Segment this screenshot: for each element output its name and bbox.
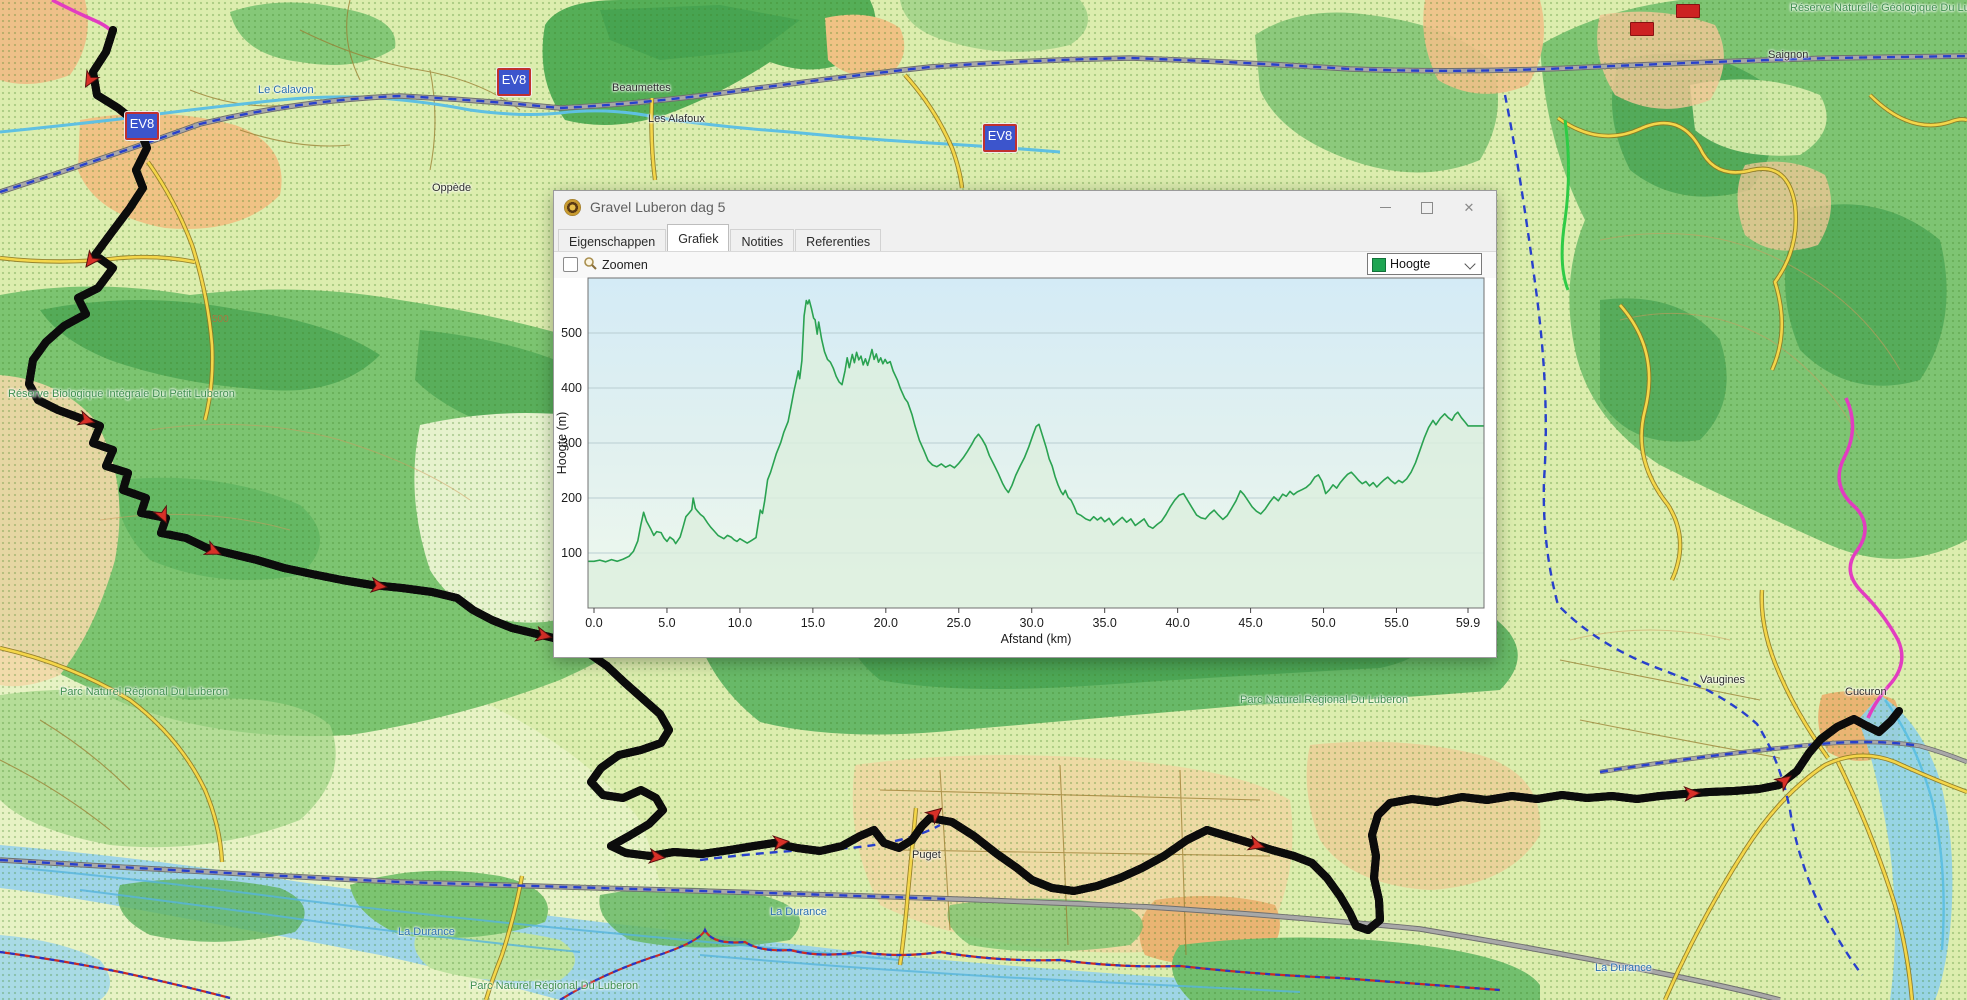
tab-eigenschappen[interactable]: Eigenschappen <box>558 229 666 253</box>
svg-text:50.0: 50.0 <box>1311 616 1335 630</box>
tab-notities[interactable]: Notities <box>730 229 794 253</box>
gr-trail <box>0 930 1500 1000</box>
series-selector[interactable]: Hoogte <box>1367 253 1482 275</box>
svg-text:5.0: 5.0 <box>658 616 675 630</box>
series-color-swatch <box>1372 258 1386 272</box>
green-trail <box>1562 120 1568 290</box>
svg-text:25.0: 25.0 <box>947 616 971 630</box>
close-button[interactable]: ✕ <box>1448 191 1490 224</box>
svg-text:40.0: 40.0 <box>1165 616 1189 630</box>
svg-text:Hoogte (m): Hoogte (m) <box>555 412 569 475</box>
ev8-route-badge: EV8 <box>125 112 159 140</box>
track-icon <box>564 199 581 216</box>
tab-referenties[interactable]: Referenties <box>795 229 881 253</box>
river-streaks <box>20 868 1300 992</box>
svg-text:35.0: 35.0 <box>1093 616 1117 630</box>
svg-text:59.9: 59.9 <box>1456 616 1480 630</box>
svg-text:55.0: 55.0 <box>1384 616 1408 630</box>
svg-text:20.0: 20.0 <box>874 616 898 630</box>
svg-text:400: 400 <box>561 381 582 395</box>
window-titlebar[interactable]: Gravel Luberon dag 5 ✕ <box>554 191 1496 224</box>
zoom-checkbox[interactable] <box>563 257 578 272</box>
elevation-chart[interactable]: 1002003004005000.05.010.015.020.025.030.… <box>554 276 1498 659</box>
svg-text:500: 500 <box>561 326 582 340</box>
minimize-button[interactable] <box>1364 191 1406 224</box>
svg-text:45.0: 45.0 <box>1238 616 1262 630</box>
dialog-content: Zoomen Hoogte 1002003004005000.05.010.01… <box>554 251 1496 657</box>
svg-text:200: 200 <box>561 491 582 505</box>
road-shield <box>1630 22 1654 36</box>
ev8-route-badge: EV8 <box>497 68 531 96</box>
svg-text:15.0: 15.0 <box>801 616 825 630</box>
svg-text:10.0: 10.0 <box>728 616 752 630</box>
chart-toolbar: Zoomen Hoogte <box>554 252 1496 278</box>
maximize-button[interactable] <box>1406 191 1448 224</box>
zoom-checkbox-label: Zoomen <box>602 258 648 272</box>
track-properties-window: Gravel Luberon dag 5 ✕ EigenschappenGraf… <box>553 190 1497 658</box>
chevron-down-icon <box>1464 258 1475 269</box>
ev8-route-badge: EV8 <box>983 124 1017 152</box>
road-shield <box>1676 4 1700 18</box>
svg-text:Afstand (km): Afstand (km) <box>1001 632 1072 646</box>
svg-text:0.0: 0.0 <box>585 616 602 630</box>
tab-bar: EigenschappenGrafiekNotitiesReferenties <box>558 224 1496 251</box>
tab-grafiek[interactable]: Grafiek <box>667 224 729 251</box>
series-selector-value: Hoogte <box>1390 257 1430 271</box>
magnifier-icon <box>583 256 598 276</box>
svg-text:30.0: 30.0 <box>1020 616 1044 630</box>
svg-text:100: 100 <box>561 546 582 560</box>
window-title: Gravel Luberon dag 5 <box>590 199 725 215</box>
